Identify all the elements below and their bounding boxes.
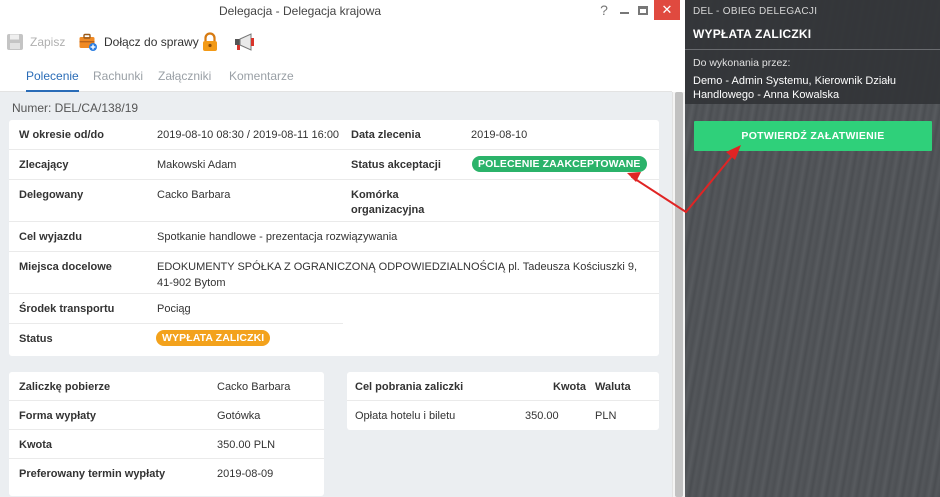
workflow-module-name: DEL - OBIEG DELEGACJI [693,6,818,17]
advance-row-receiver: Zaliczkę pobierze Cacko Barbara [9,372,324,401]
order-date-label: Data zlecenia [351,129,421,141]
payment-form-label: Forma wypłaty [19,410,97,422]
lock-button[interactable] [201,29,219,55]
tab-bar: Polecenie Rachunki Załączniki Komentarze [0,64,672,92]
detail-row-requester: Zlecający Makowski Adam Status akceptacj… [9,150,659,180]
amount-label: Kwota [19,439,52,451]
acceptance-status-badge: POLECENIE ZAAKCEPTOWANE [472,156,647,172]
tab-rachunki[interactable]: Rachunki [93,69,143,90]
period-label: W okresie od/do [19,129,104,141]
maximize-icon [638,5,648,15]
advance-row-payment-form: Forma wypłaty Gotówka [9,401,324,430]
window-title: Delegacja - Delegacja krajowa [218,4,382,18]
requester-value: Makowski Adam [157,159,237,171]
preferred-date-value: 2019-08-09 [217,468,274,480]
period-value: 2019-08-10 08:30 / 2019-08-11 16:00 [157,129,340,141]
delegation-details-card: W okresie od/do 2019-08-10 08:30 / 2019-… [9,120,659,356]
tab-zalaczniki[interactable]: Załączniki [158,69,211,90]
table-row[interactable]: Opłata hotelu i biletu 350.00 PLN [347,401,659,430]
preferred-date-label: Preferowany termin wypłaty [19,468,166,480]
save-label: Zapisz [30,35,66,49]
purpose-value: Spotkanie handlowe - prezentacja rozwiąz… [157,231,398,243]
column-header-purpose: Cel pobrania zaliczki [355,381,464,393]
advance-row-amount: Kwota 350.00 PLN [9,430,324,459]
detail-row-purpose: Cel wyjazdu Spotkanie handlowe - prezent… [9,222,659,252]
detail-row-delegate: Delegowany Cacko Barbara Komórka organiz… [9,180,659,222]
document-number: Numer: DEL/CA/138/19 [12,101,139,115]
destination-value: EDOKUMENTY SPÓŁKA Z OGRANICZONĄ ODPOWIED… [157,261,638,289]
toolbar: Zapisz Dołącz do sprawy [0,24,672,62]
acceptance-label: Status akceptacji [351,159,441,171]
column-header-amount: Kwota [553,381,586,393]
unit-label: Komórka organizacyjna [351,189,425,216]
detail-row-destination: Miejsca docelowe EDOKUMENTY SPÓŁKA Z OGR… [9,252,659,294]
cell-currency: PLN [595,410,617,422]
amount-value: 350.00 PLN [217,439,276,451]
tab-komentarze[interactable]: Komentarze [229,69,294,90]
detail-row-status: Status WYPŁATA ZALICZKI [9,324,659,354]
lock-icon [203,32,217,51]
floppy-disk-icon [7,34,23,50]
transport-label: Środek transportu [19,303,115,315]
order-date-value: 2019-08-10 [471,129,528,141]
megaphone-button[interactable] [234,29,256,55]
delegation-window: Delegacja - Delegacja krajowa ? ✕ Zapisz [0,0,685,497]
table-header: Cel pobrania zaliczki Kwota Waluta [347,372,659,401]
assignee-value: Demo - Admin Systemu, Kierownik Działu H… [693,75,896,101]
save-button[interactable]: Zapisz [6,29,65,55]
delegate-label: Delegowany [19,189,84,201]
workflow-step-title: WYPŁATA ZALICZKI [693,27,812,41]
column-header-currency: Waluta [595,381,631,393]
megaphone-icon [235,33,254,51]
delegate-value: Cacko Barbara [157,189,231,201]
detail-row-transport: Środek transportu Pociąg [9,294,343,324]
acceptance-status-text: POLECENIE ZAAKCEPTOWANE [472,156,647,172]
confirm-completion-button[interactable]: POTWIERDŹ ZAŁATWIENIE [694,121,932,151]
status-badge-text: WYPŁATA ZALICZKI [156,330,271,346]
advance-purpose-table: Cel pobrania zaliczki Kwota Waluta Opłat… [347,372,659,430]
cell-purpose: Opłata hotelu i biletu [355,410,456,422]
status-label: Status [19,333,53,345]
divider [685,49,940,50]
cell-amount: 350.00 [525,410,559,422]
assignee-label: Do wykonania przez: [693,57,791,69]
receiver-label: Zaliczkę pobierze [19,381,111,393]
destination-label: Miejsca docelowe [19,261,112,273]
close-button[interactable]: ✕ [654,0,680,20]
workflow-header: DEL - OBIEG DELEGACJI WYPŁATA ZALICZKI D… [685,0,940,104]
payment-form-value: Gotówka [217,410,261,422]
maximize-button[interactable] [631,0,655,20]
detail-row-period: W okresie od/do 2019-08-10 08:30 / 2019-… [9,120,659,150]
transport-value: Pociąg [157,303,191,315]
form-content: Numer: DEL/CA/138/19 W okresie od/do 201… [0,92,672,497]
tab-polecenie[interactable]: Polecenie [26,69,79,92]
title-bar: Delegacja - Delegacja krajowa ? ✕ [0,0,680,22]
purpose-label: Cel wyjazdu [19,231,82,243]
advance-card: Zaliczkę pobierze Cacko Barbara Forma wy… [9,372,324,496]
advance-row-preferred-date: Preferowany termin wypłaty 2019-08-09 [9,459,324,488]
join-case-label: Dołącz do sprawy [104,35,199,49]
minimize-icon [619,12,629,14]
receiver-value: Cacko Barbara [217,381,291,393]
join-case-button[interactable]: Dołącz do sprawy [78,29,199,55]
workflow-panel: DEL - OBIEG DELEGACJI WYPŁATA ZALICZKI D… [685,0,940,497]
requester-label: Zlecający [19,159,69,171]
status-badge: WYPŁATA ZALICZKI [156,330,271,346]
scrollbar-thumb[interactable] [675,92,683,497]
vertical-scrollbar[interactable] [672,92,685,497]
briefcase-add-icon [79,33,97,51]
